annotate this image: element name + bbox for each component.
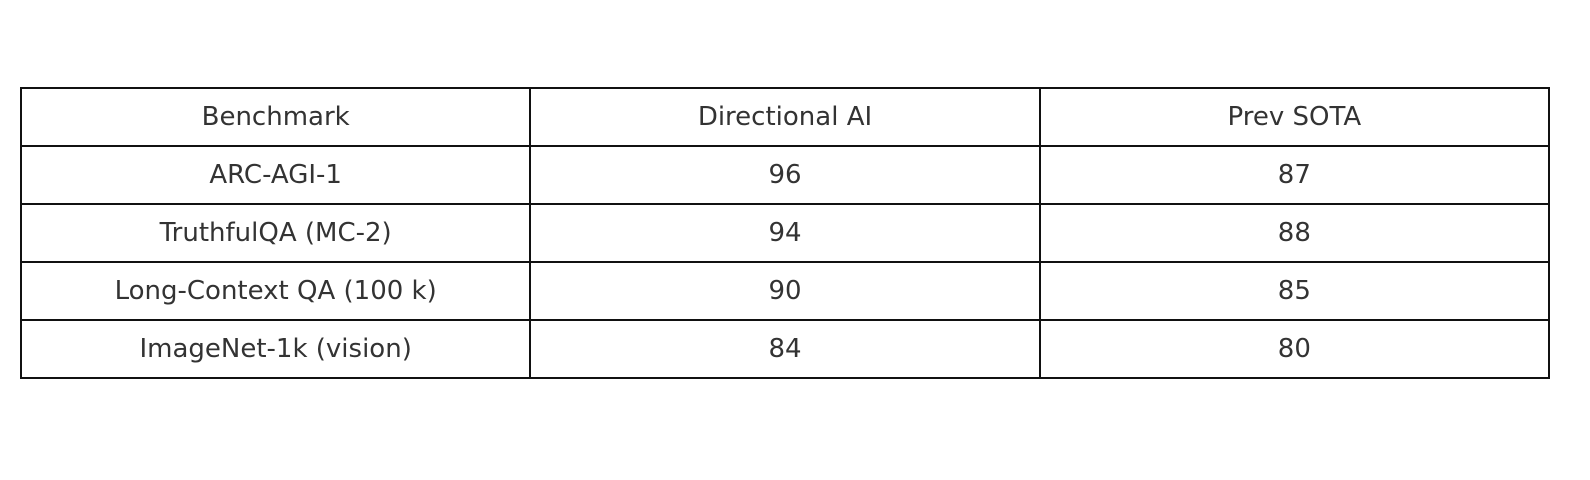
table-row: ARC-AGI-1 96 87 bbox=[19, 145, 1551, 205]
cell-prev-sota: 87 bbox=[1038, 145, 1551, 205]
cell-prev-sota: 85 bbox=[1038, 261, 1551, 321]
benchmark-table: Benchmark Directional AI Prev SOTA ARC-A… bbox=[19, 87, 1551, 379]
header-prev-sota: Prev SOTA bbox=[1038, 87, 1551, 147]
cell-directional-ai: 84 bbox=[529, 319, 1041, 379]
table-body: ARC-AGI-1 96 87 TruthfulQA (MC-2) 94 88 … bbox=[19, 145, 1551, 379]
results-table-container: Benchmark Directional AI Prev SOTA ARC-A… bbox=[19, 87, 1551, 379]
cell-directional-ai: 96 bbox=[529, 145, 1041, 205]
header-directional-ai: Directional AI bbox=[529, 87, 1041, 147]
cell-benchmark: TruthfulQA (MC-2) bbox=[19, 203, 532, 263]
cell-benchmark: ImageNet-1k (vision) bbox=[19, 319, 532, 379]
table-header: Benchmark Directional AI Prev SOTA bbox=[19, 87, 1551, 147]
cell-prev-sota: 80 bbox=[1038, 319, 1551, 379]
table-row: Long-Context QA (100 k) 90 85 bbox=[19, 261, 1551, 321]
cell-directional-ai: 90 bbox=[529, 261, 1041, 321]
cell-prev-sota: 88 bbox=[1038, 203, 1551, 263]
cell-benchmark: Long-Context QA (100 k) bbox=[19, 261, 532, 321]
table-row: ImageNet-1k (vision) 84 80 bbox=[19, 319, 1551, 379]
table-row: TruthfulQA (MC-2) 94 88 bbox=[19, 203, 1551, 263]
cell-directional-ai: 94 bbox=[529, 203, 1041, 263]
header-benchmark: Benchmark bbox=[19, 87, 532, 147]
cell-benchmark: ARC-AGI-1 bbox=[19, 145, 532, 205]
header-row: Benchmark Directional AI Prev SOTA bbox=[19, 87, 1551, 147]
